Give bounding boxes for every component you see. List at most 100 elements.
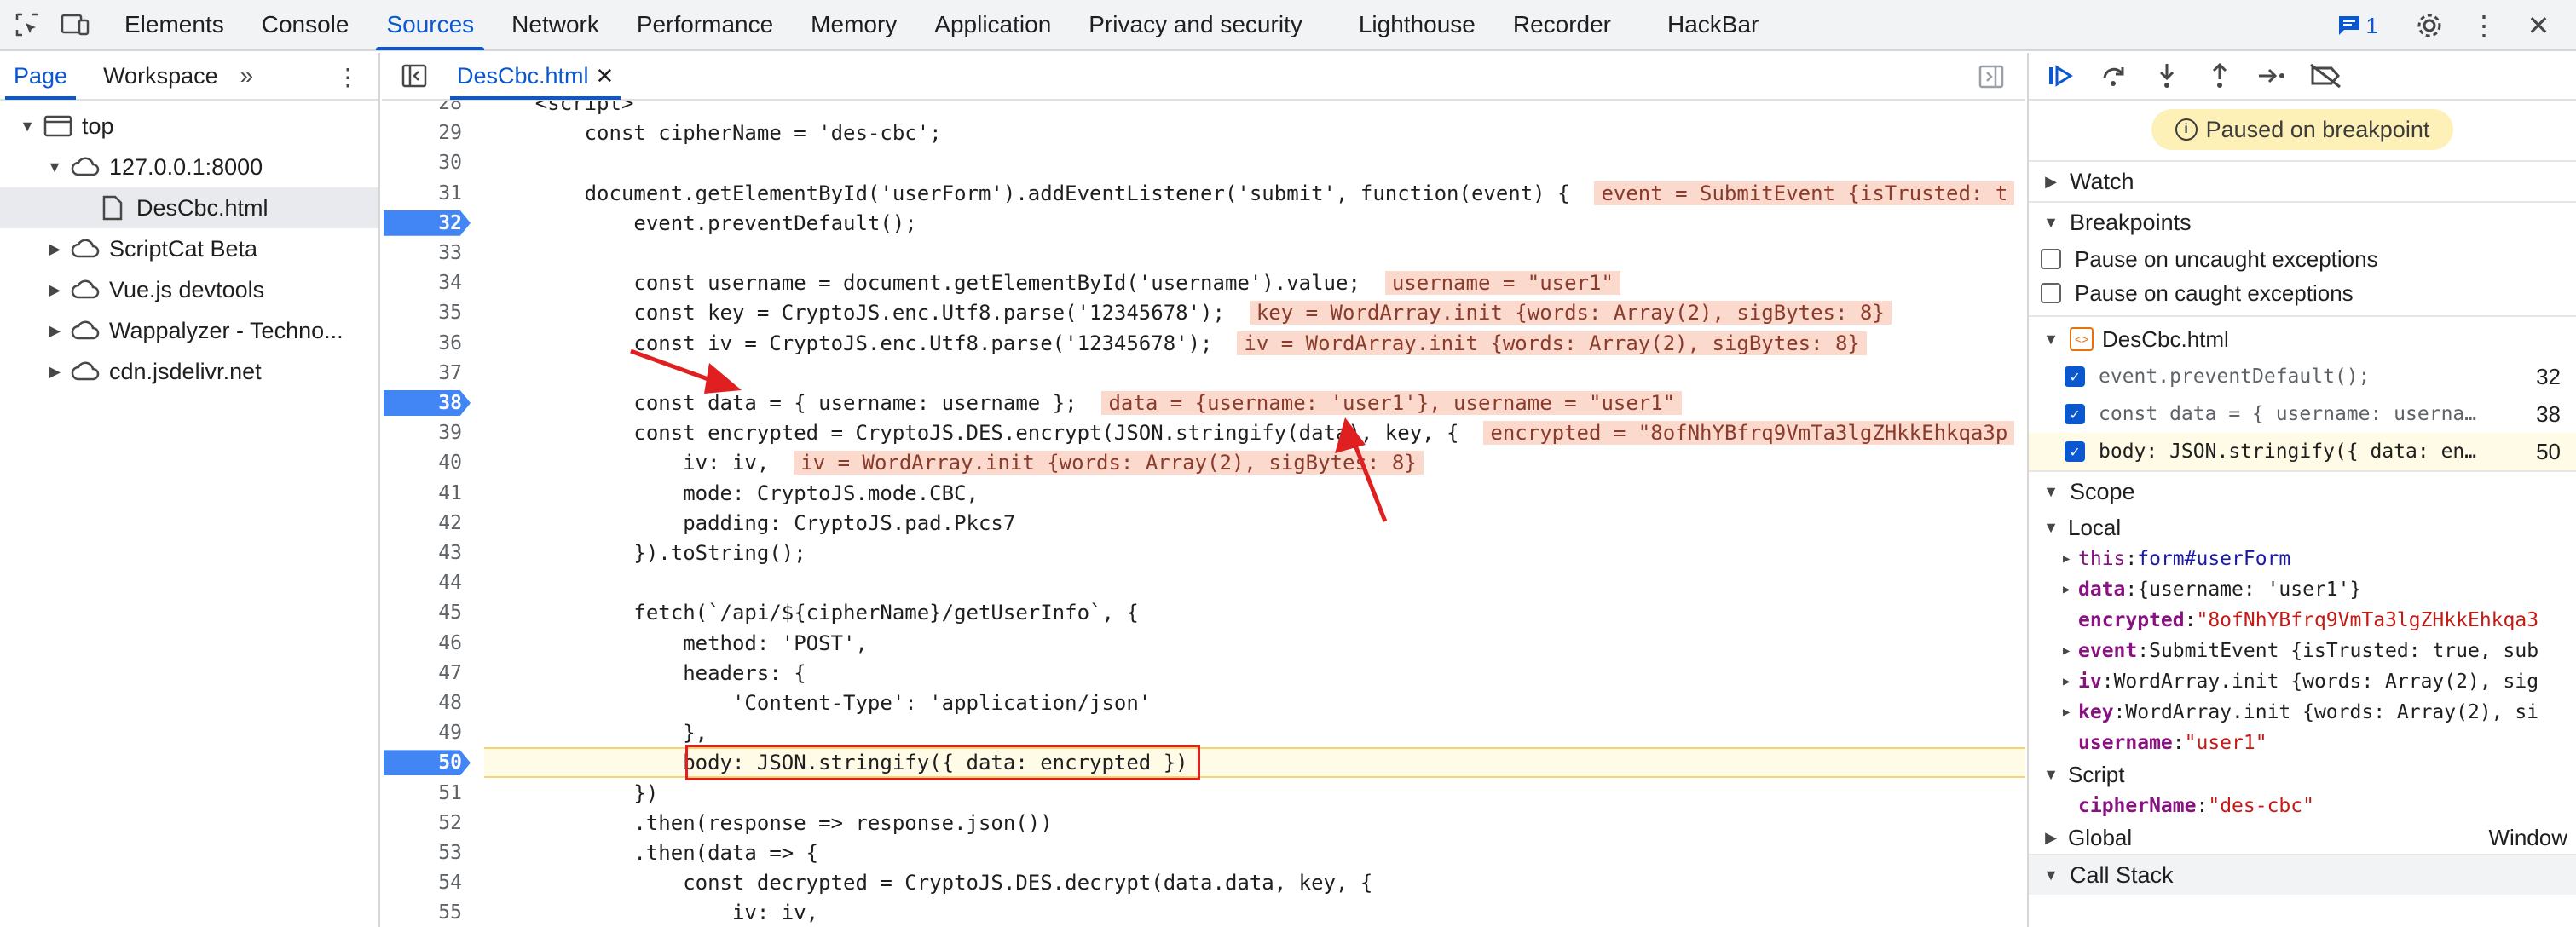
section-scope[interactable]: ▼ Scope xyxy=(2029,470,2576,511)
line-number[interactable]: 49 xyxy=(382,720,476,746)
breakpoint-checkbox[interactable]: ✓ xyxy=(2065,441,2085,462)
breakpoint-checkbox[interactable]: ✓ xyxy=(2065,366,2085,387)
step-into-icon[interactable] xyxy=(2150,59,2184,93)
breakpoint-item[interactable]: ✓ event.preventDefault(); 32 xyxy=(2029,358,2576,395)
line-number[interactable]: 35 xyxy=(382,300,476,325)
expand-right-icon[interactable]: ▶ xyxy=(44,322,65,340)
expand-right-icon[interactable]: ▶ xyxy=(2063,675,2078,688)
expand-right-icon[interactable]: ▶ xyxy=(2063,644,2078,658)
line-number[interactable]: 36 xyxy=(382,331,476,356)
settings-gear-icon[interactable] xyxy=(2412,9,2446,43)
line-number[interactable]: 28 xyxy=(382,101,476,116)
line-number[interactable]: 47 xyxy=(382,660,476,686)
issues-counter[interactable]: 1 xyxy=(2337,13,2378,39)
line-number[interactable]: 43 xyxy=(382,540,476,566)
line-number[interactable]: 29 xyxy=(382,120,476,146)
scope-script-header[interactable]: ▼ Script xyxy=(2029,758,2576,791)
resume-icon[interactable] xyxy=(2044,59,2078,93)
tab-sources[interactable]: Sources xyxy=(367,0,493,50)
tab-application[interactable]: Application xyxy=(915,0,1070,50)
line-number[interactable]: 53 xyxy=(382,840,476,866)
scope-variable[interactable]: ▶ key: WordArray.init {words: Array(2), s… xyxy=(2029,697,2576,728)
expand-right-icon[interactable]: ▶ xyxy=(2063,552,2078,566)
deactivate-breakpoints-icon[interactable] xyxy=(2308,59,2342,93)
expand-right-icon[interactable]: ▶ xyxy=(2063,583,2078,596)
scope-variable[interactable]: encrypted: "8ofNhYBfrq9VmTa3lgZHkkEhkqa3 xyxy=(2029,605,2576,636)
line-number[interactable]: 55 xyxy=(382,900,476,925)
step-out-icon[interactable] xyxy=(2203,59,2237,93)
expand-right-icon[interactable]: ▶ xyxy=(44,363,65,381)
line-number[interactable]: 45 xyxy=(382,600,476,625)
tab-hackbar[interactable]: HackBar xyxy=(1649,0,1777,50)
pause-caught-row[interactable]: Pause on caught exceptions xyxy=(2029,276,2576,310)
scope-variable[interactable]: cipherName: "des-cbc" xyxy=(2029,791,2576,821)
tab-elements[interactable]: Elements xyxy=(106,0,243,50)
inspect-element-icon[interactable] xyxy=(12,9,43,40)
close-devtools-icon[interactable]: ✕ xyxy=(2521,9,2556,43)
line-number[interactable]: 40 xyxy=(382,450,476,475)
expand-right-icon[interactable]: ▶ xyxy=(44,281,65,299)
scope-global-header[interactable]: ▶ Global Window xyxy=(2029,821,2576,854)
device-toolbar-icon[interactable] xyxy=(60,9,90,40)
line-number[interactable]: 34 xyxy=(382,270,476,296)
line-number[interactable]: 50 xyxy=(382,750,476,775)
section-call-stack[interactable]: ▼ Call Stack xyxy=(2029,854,2576,895)
toggle-navigator-icon[interactable] xyxy=(397,59,431,93)
step-icon[interactable] xyxy=(2255,59,2290,93)
section-watch[interactable]: ▶ Watch xyxy=(2029,160,2576,201)
tree-item[interactable]: ▶ ScriptCat Beta xyxy=(0,228,378,269)
tree-item[interactable]: ▼ 127.0.0.1:8000 xyxy=(0,147,378,187)
tree-item[interactable]: ▶ cdn.jsdelivr.net xyxy=(0,351,378,392)
line-number[interactable]: 44 xyxy=(382,570,476,596)
line-number[interactable]: 32 xyxy=(382,210,476,236)
tab-memory[interactable]: Memory xyxy=(792,0,915,50)
line-number[interactable]: 30 xyxy=(382,150,476,176)
line-number[interactable]: 31 xyxy=(382,181,476,206)
tab-recorder[interactable]: Recorder xyxy=(1494,0,1630,50)
scope-variable[interactable]: ▶ this: form#userForm xyxy=(2029,544,2576,574)
breakpoint-item[interactable]: ✓ const data = { username: userna… 38 xyxy=(2029,395,2576,433)
line-number[interactable]: 41 xyxy=(382,481,476,506)
navigator-menu-icon[interactable]: ⋮ xyxy=(336,63,360,91)
tree-item[interactable]: ▶ Vue.js devtools xyxy=(0,269,378,310)
section-breakpoints[interactable]: ▼ Breakpoints xyxy=(2029,201,2576,242)
expand-right-icon[interactable]: ▶ xyxy=(2063,705,2078,719)
breakpoint-checkbox[interactable]: ✓ xyxy=(2065,404,2085,424)
line-number[interactable]: 51 xyxy=(382,780,476,806)
close-tab-icon[interactable]: ✕ xyxy=(596,52,615,100)
file-tab[interactable]: DesCbc.html ✕ xyxy=(447,52,624,100)
expand-down-icon[interactable]: ▼ xyxy=(44,158,65,176)
breakpoint-file-row[interactable]: ▼ <> DesCbc.html xyxy=(2029,320,2576,358)
toggle-debugger-icon[interactable] xyxy=(1974,60,2008,94)
expand-down-icon[interactable]: ▼ xyxy=(17,118,38,135)
tab-console[interactable]: Console xyxy=(243,0,368,50)
pause-uncaught-row[interactable]: Pause on uncaught exceptions xyxy=(2029,242,2576,276)
line-number[interactable]: 38 xyxy=(382,390,476,416)
tab-page[interactable]: Page xyxy=(0,52,81,100)
line-number[interactable]: 46 xyxy=(382,630,476,656)
tree-item[interactable]: ▼ top xyxy=(0,106,378,147)
breakpoint-item[interactable]: ✓ body: JSON.stringify({ data: en… 50 xyxy=(2029,433,2576,470)
more-tabs-chevron-icon[interactable]: » xyxy=(240,62,254,89)
scope-variable[interactable]: username: "user1" xyxy=(2029,728,2576,758)
tab-performance[interactable]: Performance xyxy=(618,0,792,50)
pause-caught-checkbox[interactable] xyxy=(2041,283,2061,303)
line-number[interactable]: 52 xyxy=(382,810,476,836)
line-number[interactable]: 42 xyxy=(382,510,476,536)
scope-variable[interactable]: ▶ event: SubmitEvent {isTrusted: true, su… xyxy=(2029,636,2576,666)
expand-right-icon[interactable]: ▶ xyxy=(44,240,65,258)
tab-network[interactable]: Network xyxy=(493,0,618,50)
tab-lighthouse[interactable]: Lighthouse xyxy=(1340,0,1494,50)
line-number[interactable]: 54 xyxy=(382,870,476,895)
pause-uncaught-checkbox[interactable] xyxy=(2041,249,2061,269)
line-number[interactable]: 33 xyxy=(382,240,476,266)
scope-local-header[interactable]: ▼ Local xyxy=(2029,511,2576,544)
step-over-icon[interactable] xyxy=(2097,59,2131,93)
tree-item[interactable]: ▶ Wappalyzer - Techno... xyxy=(0,310,378,351)
scope-variable[interactable]: ▶ data: {username: 'user1'} xyxy=(2029,574,2576,605)
line-number[interactable]: 37 xyxy=(382,360,476,386)
scope-variable[interactable]: ▶ iv: WordArray.init {words: Array(2), si… xyxy=(2029,666,2576,697)
more-options-icon[interactable]: ⋮ xyxy=(2467,9,2501,43)
tree-item[interactable]: DesCbc.html xyxy=(0,187,378,228)
line-number[interactable]: 48 xyxy=(382,690,476,716)
